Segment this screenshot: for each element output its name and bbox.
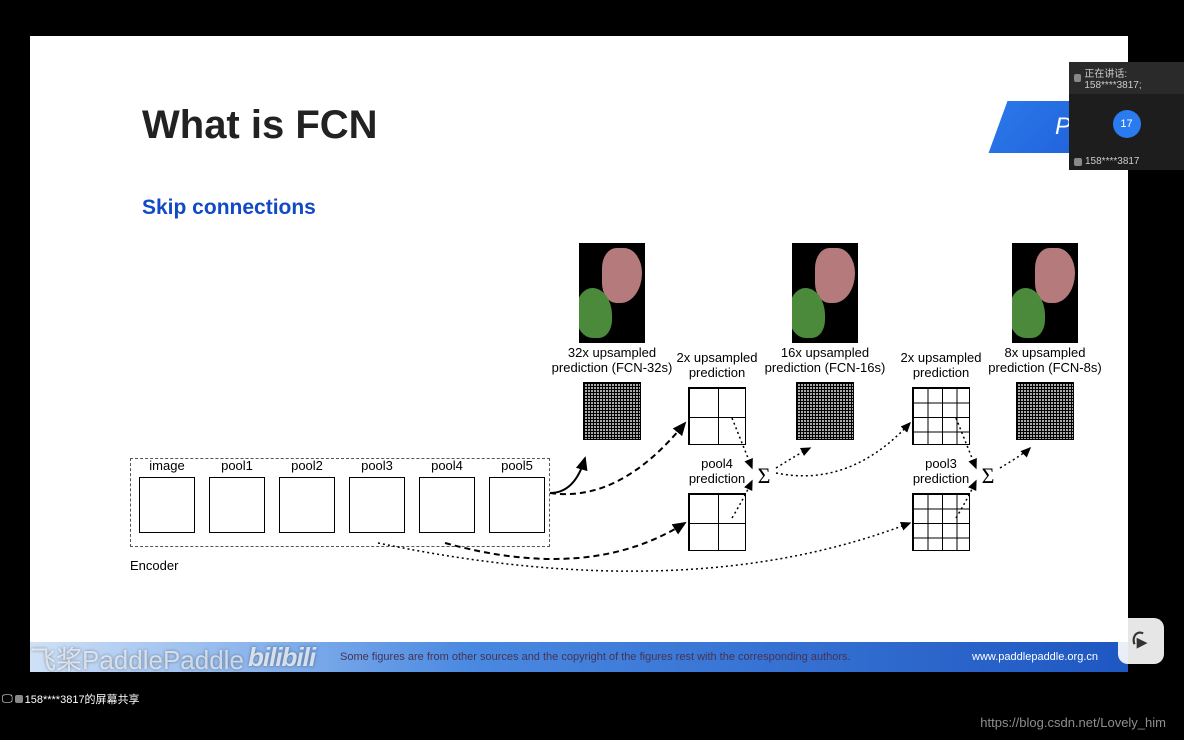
segmentation-preview bbox=[1012, 243, 1078, 343]
encoder-label: Encoder bbox=[130, 558, 178, 573]
mic-icon bbox=[1074, 74, 1081, 82]
segmentation-preview bbox=[579, 243, 645, 343]
sigma-icon: Σ bbox=[754, 463, 774, 487]
enc-col-label: image bbox=[149, 458, 184, 473]
slide-title: What is FCN bbox=[142, 103, 378, 148]
watermark-channel: 飞桨PaddlePaddle bbox=[30, 640, 244, 677]
grid-icon bbox=[688, 493, 746, 551]
output-label: 16x upsampledprediction (FCN-16s) bbox=[750, 346, 900, 376]
enc-col-label: pool3 bbox=[361, 458, 393, 473]
grid-icon bbox=[139, 477, 195, 533]
segmentation-preview bbox=[792, 243, 858, 343]
grid-icon bbox=[796, 382, 854, 440]
output-label: 32x upsampledprediction (FCN-32s) bbox=[542, 346, 682, 376]
participant-pip[interactable]: 正在讲话: 158****3817; 17 158****3817 bbox=[1069, 62, 1184, 170]
screen-icon: 🖵 bbox=[2, 693, 13, 706]
grid-icon bbox=[688, 387, 746, 445]
watermark-csdn: https://blog.csdn.net/Lovely_him bbox=[980, 715, 1166, 730]
grid-icon bbox=[912, 387, 970, 445]
enc-col-label: pool2 bbox=[291, 458, 323, 473]
fcn-diagram: Encoder image pool1 pool2 pool3 pool4 po… bbox=[130, 243, 1100, 588]
grid-icon bbox=[583, 382, 641, 440]
pip-name-label: 158****3817 bbox=[1069, 154, 1184, 169]
watermark-bilibili: bilibili bbox=[248, 642, 315, 673]
grid-icon bbox=[489, 477, 545, 533]
sigma-icon: Σ bbox=[978, 463, 998, 487]
footer-url: www.paddlepaddle.org.cn bbox=[972, 651, 1098, 663]
presenter-status-bar: 🖵158****3817的屏幕共享 bbox=[0, 690, 142, 708]
play-icon bbox=[1128, 628, 1154, 654]
grid-icon bbox=[1016, 382, 1074, 440]
play-next-button[interactable] bbox=[1118, 618, 1164, 664]
slide-subtitle: Skip connections bbox=[142, 196, 316, 220]
grid-icon bbox=[279, 477, 335, 533]
pip-speaking-label: 正在讲话: 158****3817; bbox=[1069, 62, 1184, 94]
mic-icon bbox=[15, 695, 23, 703]
enc-col-label: pool5 bbox=[501, 458, 533, 473]
grid-icon bbox=[349, 477, 405, 533]
footer-text: Some figures are from other sources and … bbox=[340, 651, 851, 663]
grid-icon bbox=[912, 493, 970, 551]
enc-col-label: pool1 bbox=[221, 458, 253, 473]
grid-icon bbox=[209, 477, 265, 533]
grid-icon bbox=[419, 477, 475, 533]
output-label: 8x upsampledprediction (FCN-8s) bbox=[970, 346, 1120, 376]
enc-col-label: pool4 bbox=[431, 458, 463, 473]
mic-icon bbox=[1074, 158, 1082, 166]
presentation-slide: What is FCN Skip connections P Encoder i… bbox=[30, 36, 1128, 672]
pip-avatar: 17 bbox=[1113, 110, 1141, 138]
